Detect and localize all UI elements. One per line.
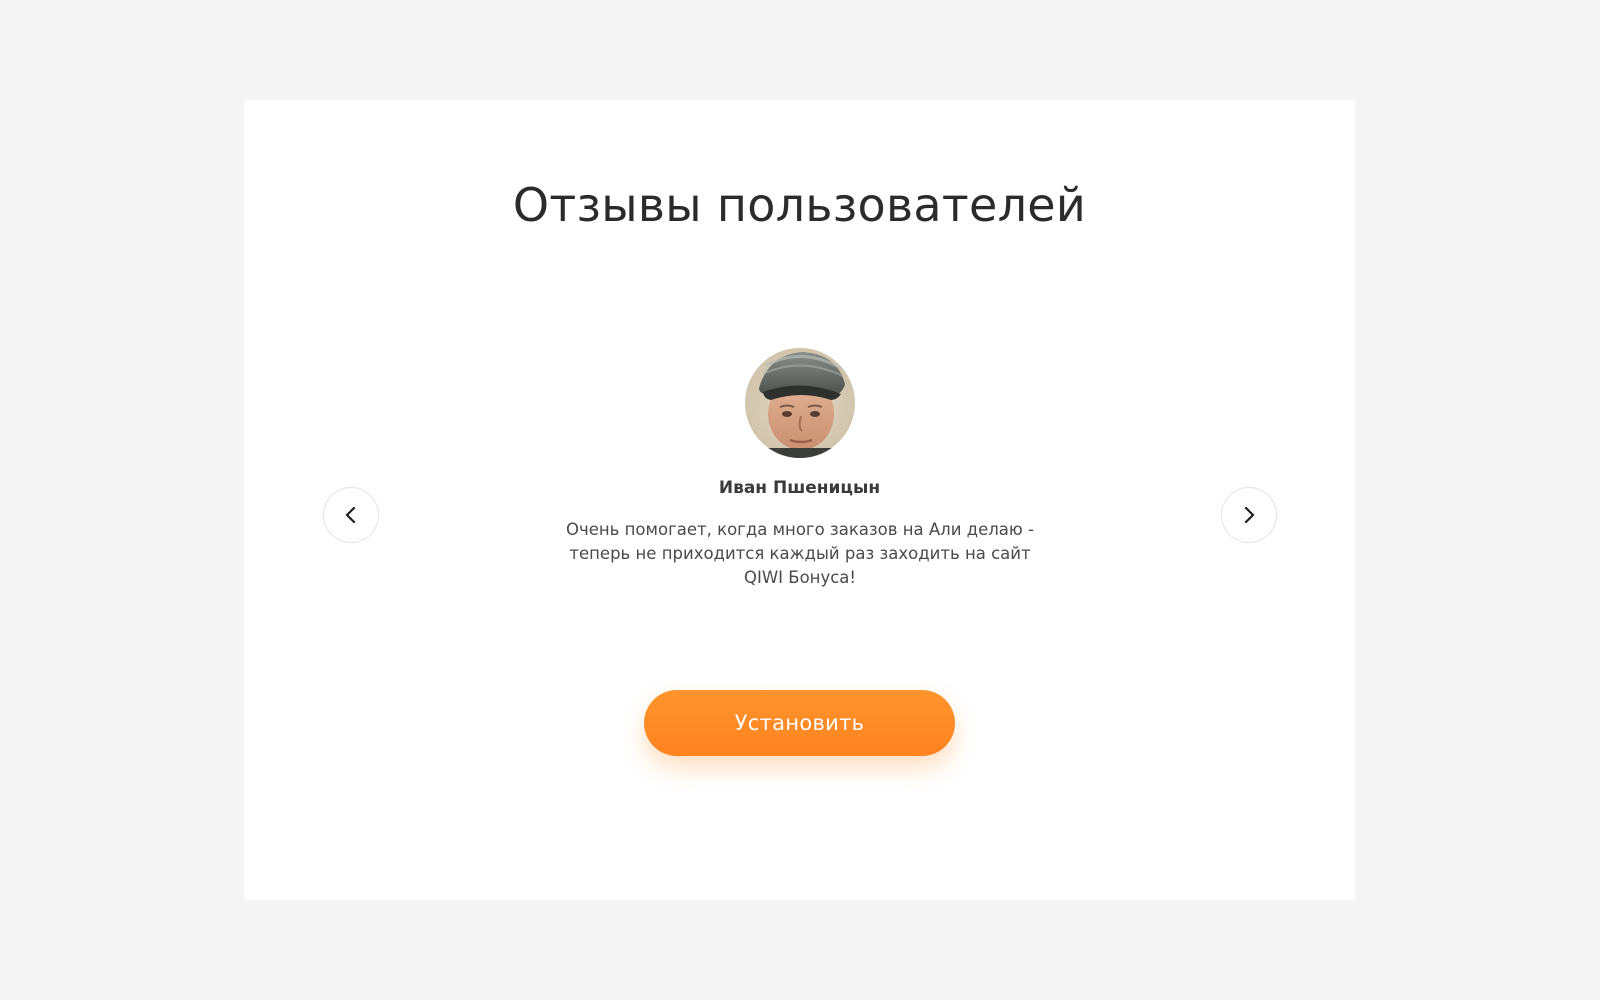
reviewer-avatar bbox=[745, 348, 855, 458]
review-text: Очень помогает, когда много заказов на А… bbox=[566, 520, 1034, 587]
reviewer-name: Иван Пшеницын bbox=[718, 478, 881, 498]
chevron-left-icon bbox=[345, 506, 356, 524]
install-button[interactable]: Установить bbox=[644, 690, 955, 756]
chevron-right-icon bbox=[1244, 506, 1255, 524]
reviews-section: Отзывы пользователей Иван Пшеницын Очень… bbox=[244, 100, 1355, 900]
next-review-button[interactable] bbox=[1221, 487, 1277, 543]
section-title: Отзывы пользователей bbox=[512, 178, 1087, 232]
